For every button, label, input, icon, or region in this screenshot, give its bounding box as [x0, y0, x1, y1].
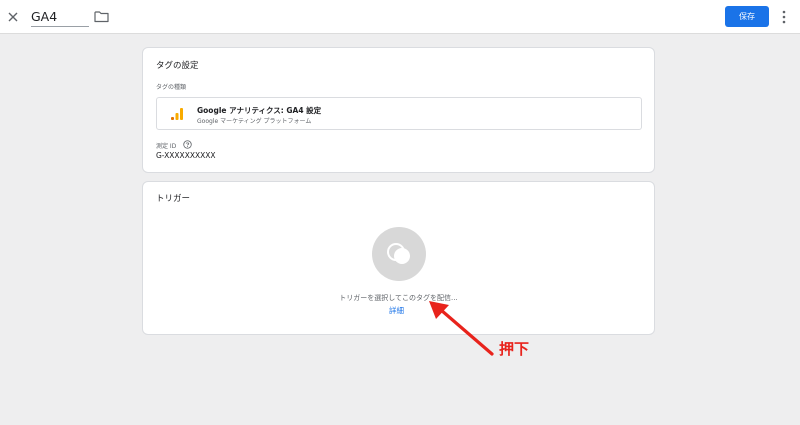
learn-more-link[interactable]: 詳細 — [389, 305, 404, 316]
tag-type-selector[interactable]: Google アナリティクス: GA4 設定 Google マーケティング プラ… — [156, 97, 642, 130]
help-icon[interactable] — [183, 140, 192, 149]
tag-type-name: Google アナリティクス: GA4 設定 — [197, 106, 322, 115]
annotation-label: 押下 — [499, 340, 530, 358]
tag-settings-card[interactable]: タグの設定 タグの種類 Google アナリティクス: GA4 設定 Googl… — [142, 47, 655, 173]
annotation-arrow — [429, 301, 494, 356]
close-icon[interactable] — [5, 9, 21, 25]
tag-name-input[interactable] — [31, 8, 89, 27]
tag-type-label: タグの種類 — [156, 84, 187, 91]
triggers-card[interactable]: トリガー トリガーを選択してこのタグを配信... 詳細 — [142, 181, 655, 335]
analytics-bars-icon — [171, 108, 183, 120]
tag-type-provider: Google マーケティング プラットフォーム — [197, 118, 312, 125]
trigger-empty-text: トリガーを選択してこのタグを配信... — [339, 294, 458, 302]
trigger-circles-icon — [387, 243, 410, 264]
tag-settings-title: タグの設定 — [156, 61, 199, 71]
folder-icon[interactable] — [94, 10, 109, 23]
measurement-id-label: 測定 ID — [156, 143, 177, 150]
triggers-title: トリガー — [156, 194, 191, 204]
save-button[interactable]: 保存 — [725, 6, 769, 27]
trigger-placeholder-button[interactable] — [372, 227, 426, 281]
top-bar: 保存 — [0, 0, 800, 34]
more-vert-icon[interactable] — [781, 10, 787, 24]
measurement-id-value: G-XXXXXXXXXX — [156, 151, 216, 160]
